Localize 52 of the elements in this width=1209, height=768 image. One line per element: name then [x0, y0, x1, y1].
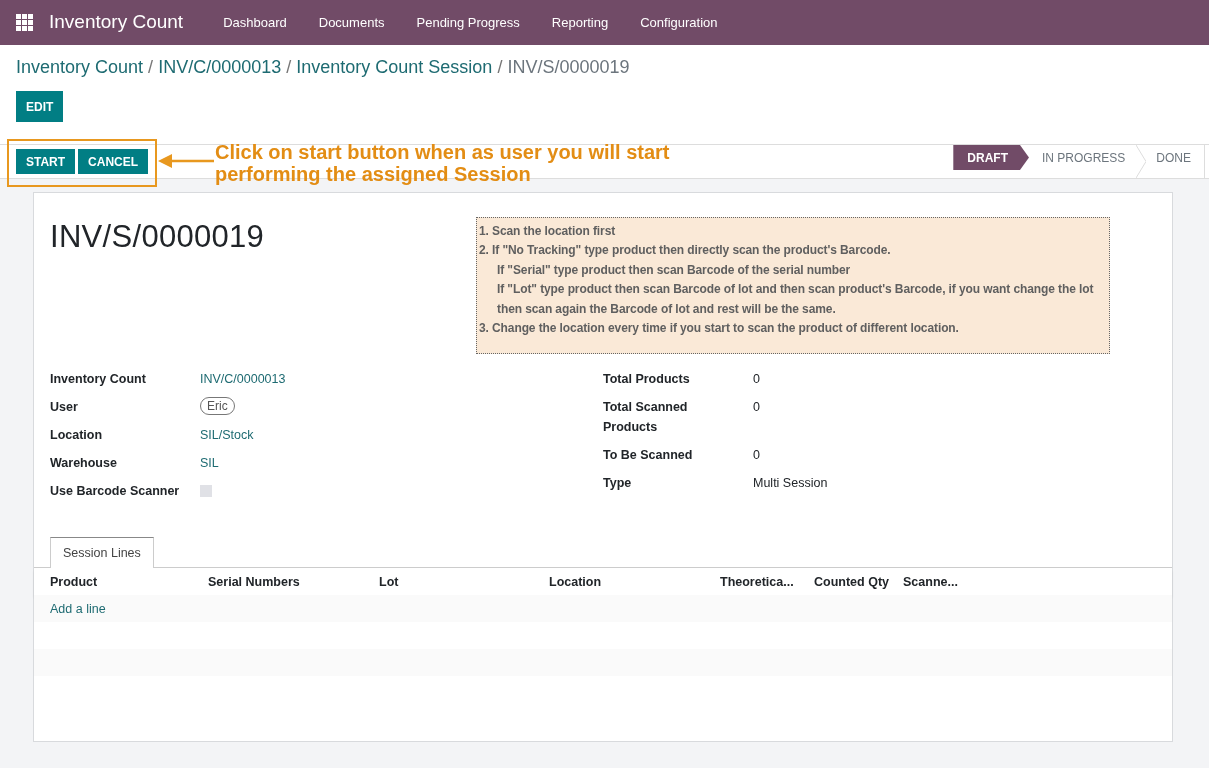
app-grid-icon[interactable] [16, 14, 33, 31]
action-button[interactable]: START [16, 149, 76, 174]
record-title: INV/S/0000019 [50, 219, 266, 256]
app-title[interactable]: Inventory Count [49, 11, 184, 34]
field-value: 0 [753, 447, 761, 464]
field-value: 0 [753, 399, 761, 416]
field-value: 0 [753, 371, 761, 388]
menu-item[interactable]: Configuration [624, 15, 734, 30]
instruction-line: If "Lot" type product then scan Barcode of lot and then scan product's Barcode, if you want change the lot then scan again the Barcode of lot and rest will be the same. [496, 281, 1095, 318]
menu-item[interactable]: Dashboard [207, 15, 303, 30]
column-header[interactable]: Serial Numbers [208, 574, 379, 589]
breadcrumb-link[interactable]: Inventory Count Session [296, 57, 493, 77]
breadcrumb-separator: / [148, 57, 154, 77]
annotation-arrow [158, 154, 214, 168]
column-header[interactable]: Theoretica... [720, 574, 814, 589]
field-label: To Be Scanned [603, 447, 694, 464]
field-label: Type [603, 475, 633, 492]
column-header[interactable]: Location [549, 574, 720, 589]
field-link[interactable]: SIL/Stock [200, 421, 254, 449]
edit-button[interactable]: EDIT [16, 91, 64, 122]
column-header[interactable]: Scanne... [903, 574, 1156, 589]
status-step[interactable]: DRAFT [953, 145, 1029, 170]
instruction-line: 1. Scan the location first [479, 223, 617, 240]
breadcrumb-link[interactable]: INV/C/0000013 [158, 57, 282, 77]
column-header[interactable]: Product [50, 574, 208, 589]
field-label: Inventory Count [50, 371, 147, 388]
instruction-line: 3. Change the location every time if you start to scan the product of different location. [479, 320, 960, 338]
field-label: Warehouse [50, 455, 118, 472]
notebook-tab[interactable]: Session Lines [50, 537, 154, 568]
instruction-line: 2. If "No Tracking" type product then directly scan the product's Barcode. [479, 242, 892, 260]
breadcrumb-separator: / [286, 57, 292, 77]
field-link[interactable]: INV/C/0000013 [200, 365, 286, 393]
checkbox[interactable] [200, 485, 212, 497]
field-label: Use Barcode Scanner [50, 483, 181, 500]
add-line-link[interactable]: Add a line [50, 601, 106, 616]
menu-item[interactable]: Documents [302, 15, 401, 30]
field-link[interactable]: SIL [200, 449, 219, 477]
action-button[interactable]: CANCEL [78, 149, 149, 174]
instruction-line: If "Serial" type product then scan Barcode of the serial number [496, 261, 852, 279]
annotation-text: Click on start button when as user you will start performing the assigned Session [215, 141, 670, 185]
field-label: Total Scanned Products [603, 399, 689, 436]
column-header[interactable]: Counted Qty [814, 574, 903, 589]
menu-item[interactable]: Reporting [535, 15, 625, 30]
field-label: Location [50, 427, 104, 444]
field-value: Multi Session [753, 475, 828, 492]
breadcrumb-current: INV/S/0000019 [507, 57, 630, 77]
column-header[interactable]: Lot [379, 574, 549, 589]
field-label: Total Products [603, 371, 691, 388]
menu-item[interactable]: Pending Progress [400, 15, 536, 30]
breadcrumb-separator: / [497, 57, 503, 77]
breadcrumb-link[interactable]: Inventory Count [16, 57, 144, 77]
field-label: User [50, 399, 79, 416]
